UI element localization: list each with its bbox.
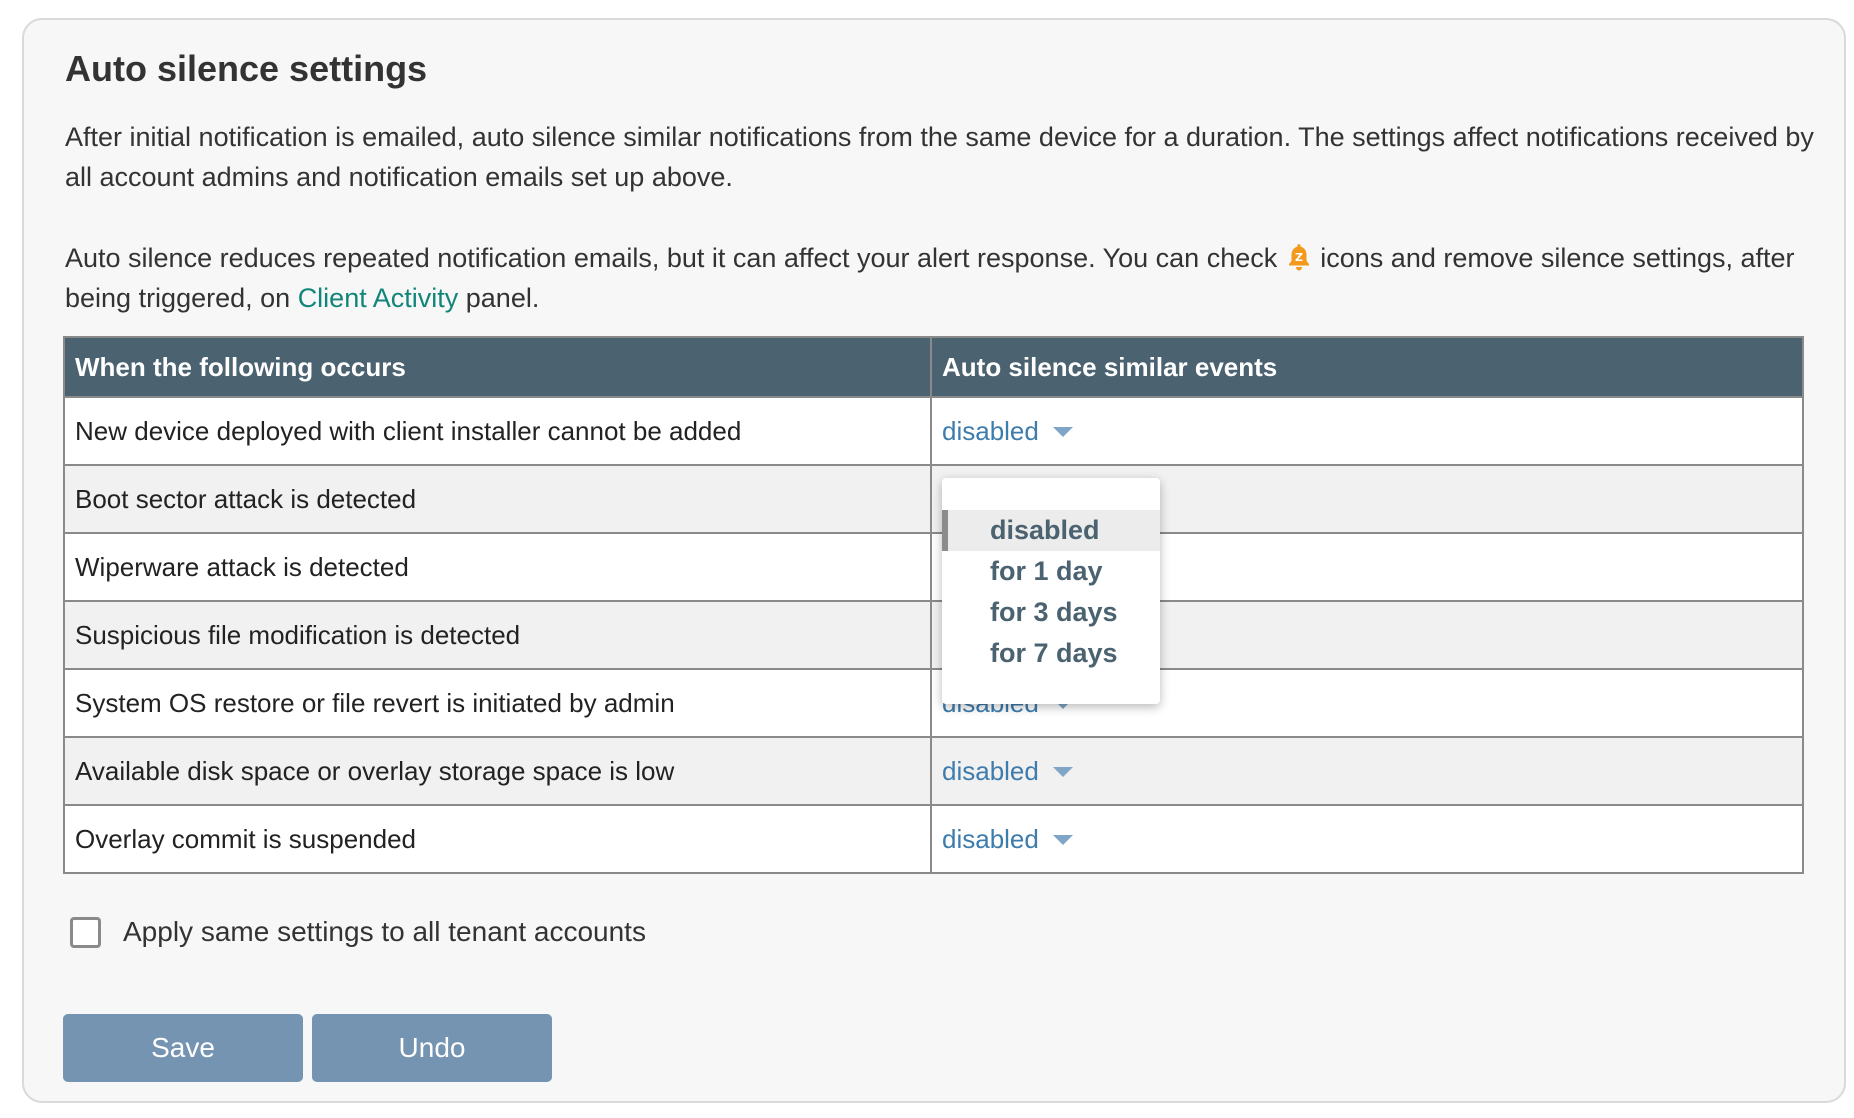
event-cell: Boot sector attack is detected xyxy=(63,464,932,534)
column-header-event: When the following occurs xyxy=(63,336,932,398)
table-row: Boot sector attack is detected disabled xyxy=(63,464,1804,534)
silence-cell: disabled xyxy=(930,396,1804,466)
silence-select[interactable]: disabled xyxy=(942,416,1073,447)
event-cell: System OS restore or file revert is init… xyxy=(63,668,932,738)
table-row: Overlay commit is suspended disabled xyxy=(63,804,1804,874)
section-note: Auto silence reduces repeated notificati… xyxy=(65,238,1825,318)
table-header-row: When the following occurs Auto silence s… xyxy=(63,336,1804,398)
table-row: Available disk space or overlay storage … xyxy=(63,736,1804,806)
dropdown-option-disabled[interactable]: disabled xyxy=(942,510,1160,551)
silence-select[interactable]: disabled xyxy=(942,756,1073,787)
save-button[interactable]: Save xyxy=(63,1014,303,1082)
client-activity-link[interactable]: Client Activity xyxy=(298,283,459,313)
silence-cell: disabled xyxy=(930,736,1804,806)
chevron-down-icon xyxy=(1052,767,1073,777)
event-cell: New device deployed with client installe… xyxy=(63,396,932,466)
table-row: Wiperware attack is detected disabled xyxy=(63,532,1804,602)
auto-silence-table: When the following occurs Auto silence s… xyxy=(63,336,1804,874)
silence-cell: disabled xyxy=(930,804,1804,874)
apply-all-row: Apply same settings to all tenant accoun… xyxy=(70,916,646,948)
select-value: disabled xyxy=(942,755,1039,786)
dropdown-option-1-day[interactable]: for 1 day xyxy=(942,551,1160,592)
section-title: Auto silence settings xyxy=(65,48,428,89)
event-cell: Wiperware attack is detected xyxy=(63,532,932,602)
event-cell: Suspicious file modification is detected xyxy=(63,600,932,670)
dropdown-option-7-days[interactable]: for 7 days xyxy=(942,633,1160,674)
table-row: New device deployed with client installe… xyxy=(63,396,1804,466)
chevron-down-icon xyxy=(1052,427,1073,437)
apply-all-checkbox[interactable] xyxy=(70,916,101,948)
select-value: disabled xyxy=(942,415,1039,446)
section-description: After initial notification is emailed, a… xyxy=(65,122,1814,192)
event-cell: Available disk space or overlay storage … xyxy=(63,736,932,806)
chevron-down-icon xyxy=(1052,835,1073,845)
note-text-1: Auto silence reduces repeated notificati… xyxy=(65,243,1278,273)
dropdown-option-3-days[interactable]: for 3 days xyxy=(942,592,1160,633)
event-cell: Overlay commit is suspended xyxy=(63,804,932,874)
note-text-3: panel. xyxy=(465,283,540,313)
silence-dropdown-menu: disabled for 1 day for 3 days for 7 days xyxy=(942,478,1160,704)
table-row: Suspicious file modification is detected… xyxy=(63,600,1804,670)
table-row: System OS restore or file revert is init… xyxy=(63,668,1804,738)
bell-icon: Z xyxy=(1287,242,1311,272)
select-value: disabled xyxy=(942,823,1039,854)
silence-select[interactable]: disabled xyxy=(942,824,1073,855)
bell-badge: Z xyxy=(1295,251,1303,264)
apply-all-label: Apply same settings to all tenant accoun… xyxy=(123,916,646,947)
column-header-silence: Auto silence similar events xyxy=(930,336,1804,398)
undo-button[interactable]: Undo xyxy=(312,1014,552,1082)
